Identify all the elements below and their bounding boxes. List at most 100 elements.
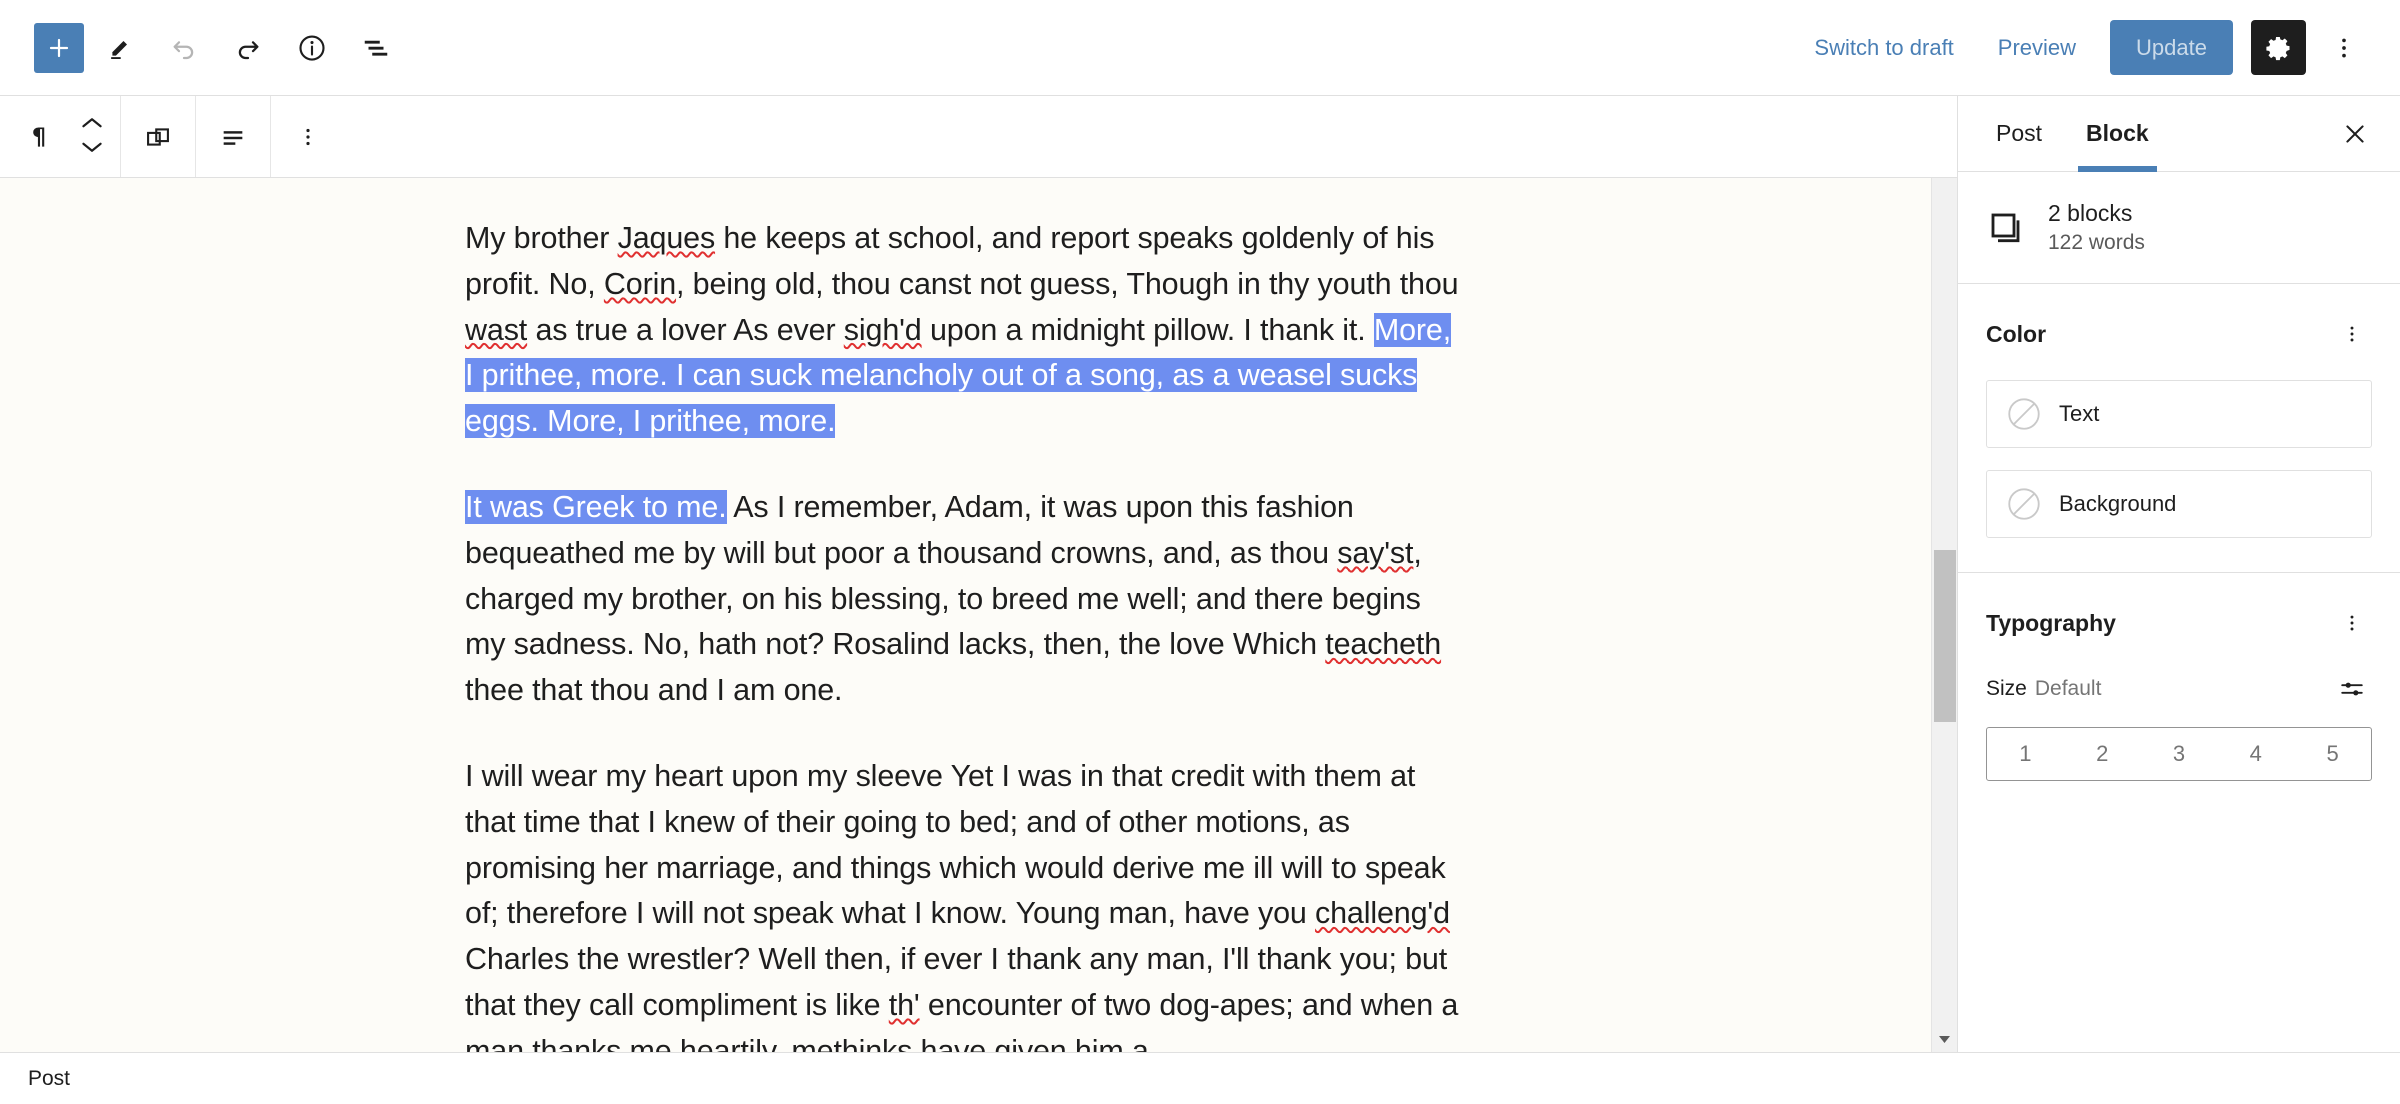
font-size-step-5[interactable]: 5 <box>2294 728 2371 780</box>
typography-section-header: Typography <box>1986 603 2372 643</box>
header-right-actions: Switch to draft Preview Update <box>1792 20 2372 76</box>
paragraph-pilcrow-icon: ¶ <box>32 124 46 149</box>
editor-canvas[interactable]: My brother Jaques he keeps at school, an… <box>0 178 1957 1052</box>
misspelled-word: teacheth <box>1325 627 1442 662</box>
block-more-group <box>271 96 345 177</box>
font-size-step-2[interactable]: 2 <box>2064 728 2141 780</box>
no-color-swatch-icon <box>2008 398 2040 430</box>
font-size-step-3[interactable]: 3 <box>2141 728 2218 780</box>
font-size-stepper[interactable]: 12345 <box>1986 727 2372 781</box>
misspelled-word: sigh'd <box>843 312 922 347</box>
copy-blocks-icon <box>147 127 169 146</box>
svg-text:¶: ¶ <box>32 124 46 149</box>
color-option-background-label: Background <box>2059 491 2177 516</box>
multiple-blocks-icon <box>1991 213 2020 242</box>
selected-text-run: It was Greek to me. <box>465 489 727 524</box>
font-size-label: Size <box>1986 677 2027 700</box>
editor-column: ¶ My brother Jaques he keeps at school, … <box>0 96 1958 1052</box>
misspelled-word: challeng'd <box>1315 896 1450 931</box>
paragraph-block[interactable]: I will wear my heart upon my sleeve Yet … <box>465 754 1465 1052</box>
text-run: as true a lover As ever <box>527 312 844 347</box>
chevron-up-icon <box>82 118 102 128</box>
close-icon <box>2346 124 2364 143</box>
post-content[interactable]: My brother Jaques he keeps at school, an… <box>465 178 1465 1052</box>
block-summary-text: 2 blocks 122 words <box>2048 200 2145 255</box>
misspelled-word: wast <box>465 312 528 347</box>
editor-footer: Post <box>0 1052 2400 1104</box>
paragraph-block[interactable]: My brother Jaques he keeps at school, an… <box>465 216 1465 445</box>
color-section-title: Color <box>1986 320 2047 347</box>
font-size-step-1[interactable]: 1 <box>1987 728 2064 780</box>
misspelled-word: Jaques <box>617 221 716 255</box>
typography-section-more-button[interactable] <box>2332 603 2372 643</box>
editor-body: ¶ My brother Jaques he keeps at school, … <box>0 96 2400 1052</box>
typography-section: Typography Size Default 1 2 3 4 5 <box>1958 573 2400 815</box>
misspelled-word: Corin <box>603 266 677 301</box>
sidebar-tabs: Post Block <box>1958 96 2400 172</box>
preview-button[interactable]: Preview <box>1976 25 2098 71</box>
scroll-up-arrow[interactable] <box>1932 178 1957 204</box>
block-editor-app: Switch to draft Preview Update ¶ My brot… <box>0 0 2400 1104</box>
color-option-text[interactable]: Text <box>1986 380 2372 448</box>
ellipsis-vertical-icon <box>2350 615 2354 631</box>
edit-mode-button[interactable] <box>92 20 148 76</box>
add-block-button[interactable] <box>34 22 84 73</box>
copy-blocks-button[interactable] <box>127 106 189 168</box>
redo-icon <box>238 40 259 59</box>
typography-section-title: Typography <box>1986 609 2116 636</box>
move-down-button[interactable] <box>79 140 105 157</box>
move-up-button[interactable] <box>79 116 105 133</box>
sliders-icon <box>2341 682 2363 696</box>
font-size-step-4[interactable]: 4 <box>2217 728 2294 780</box>
align-button[interactable] <box>202 106 264 168</box>
scrollbar-thumb[interactable] <box>1934 550 1956 722</box>
font-size-value: Default <box>2034 677 2102 700</box>
block-summary-card: 2 blocks 122 words <box>1958 172 2400 284</box>
canvas-inner: My brother Jaques he keeps at school, an… <box>0 178 1957 1052</box>
misspelled-word: say'st <box>1337 535 1414 570</box>
tab-block[interactable]: Block <box>2064 96 2171 172</box>
gear-icon <box>2265 36 2289 60</box>
breadcrumb-post-label: Post <box>28 1066 71 1090</box>
block-type-group: ¶ <box>0 96 121 177</box>
caret-down-icon <box>1939 1035 1950 1043</box>
copy-group <box>121 96 196 177</box>
text-run: thee that thou and I am one. <box>465 673 843 708</box>
list-view-button[interactable] <box>348 20 404 76</box>
font-size-row: Size Default <box>1986 669 2372 709</box>
details-button[interactable] <box>284 20 340 76</box>
caret-up-icon <box>1939 187 1950 195</box>
chevron-down-icon <box>82 142 102 152</box>
misspelled-word: th' <box>888 987 920 1022</box>
update-button[interactable]: Update <box>2110 20 2233 75</box>
redo-button[interactable] <box>220 20 276 76</box>
scroll-down-arrow[interactable] <box>1932 1026 1957 1052</box>
word-count-label: 122 words <box>2048 231 2145 254</box>
color-section-more-button[interactable] <box>2332 314 2372 354</box>
align-group <box>196 96 271 177</box>
block-type-button[interactable]: ¶ <box>8 106 70 168</box>
header-left-tools <box>34 20 404 76</box>
settings-button[interactable] <box>2251 20 2306 75</box>
block-toolbar: ¶ <box>0 96 1957 178</box>
block-count-label: 2 blocks <box>2048 200 2133 226</box>
plus-icon <box>49 38 69 57</box>
text-run: , being old, thou canst not guess, Thoug… <box>676 266 1459 301</box>
switch-to-draft-button[interactable]: Switch to draft <box>1792 25 1975 71</box>
canvas-scrollbar[interactable] <box>1931 178 1957 1052</box>
list-view-icon <box>364 40 388 56</box>
tab-post[interactable]: Post <box>1974 96 2064 171</box>
block-more-button[interactable] <box>277 106 339 168</box>
ellipsis-vertical-icon <box>306 128 310 145</box>
paragraph-block[interactable]: It was Greek to me. As I remember, Adam,… <box>465 485 1465 714</box>
font-size-settings-button[interactable] <box>2332 669 2372 709</box>
undo-icon <box>173 40 194 59</box>
close-sidebar-button[interactable] <box>2324 103 2386 165</box>
undo-button[interactable] <box>156 20 212 76</box>
color-option-background[interactable]: Background <box>1986 470 2372 538</box>
block-mover-group <box>70 106 114 168</box>
editor-header: Switch to draft Preview Update <box>0 0 2400 96</box>
no-color-swatch-icon <box>2008 488 2040 520</box>
more-options-button[interactable] <box>2316 20 2372 76</box>
info-icon <box>299 34 325 61</box>
